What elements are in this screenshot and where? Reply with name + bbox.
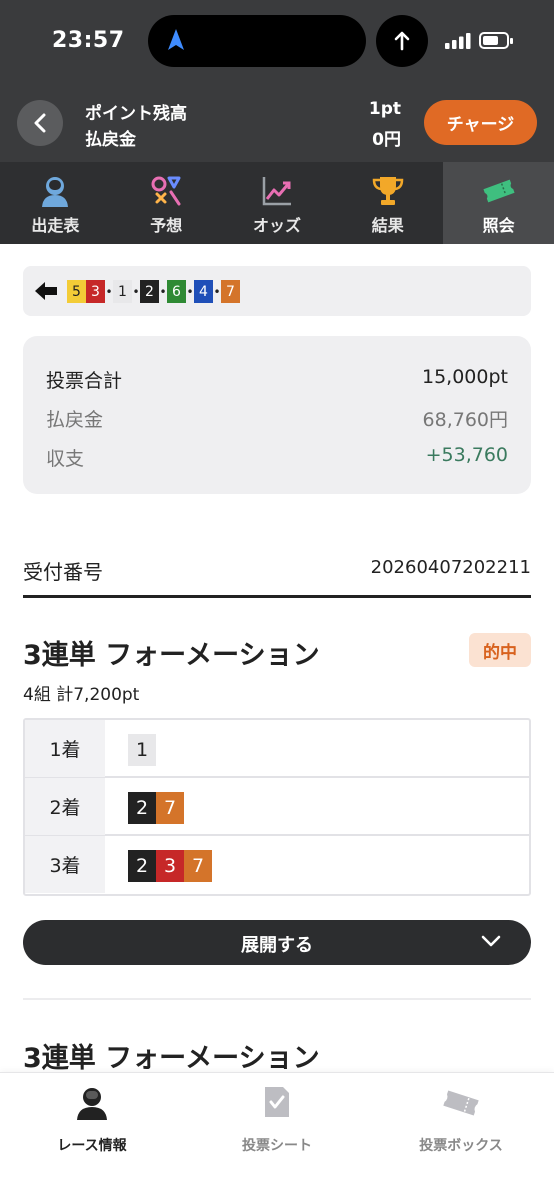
race-result-order: 5 3 • 1 • 2 • 6 • 4 • 7 bbox=[23, 266, 531, 316]
separator-dot: • bbox=[105, 284, 113, 299]
formation-table: 1着 1 2着 27 3着 237 bbox=[23, 718, 531, 896]
app-header: 23:57 ポイント残高 払戻金 1pt 0円 チャージ bbox=[0, 0, 554, 162]
balance-label: 収支 bbox=[46, 448, 85, 470]
separator-dot: • bbox=[213, 284, 221, 299]
bet-combination-summary: 4組 計7,200pt bbox=[23, 685, 140, 705]
arrow-left-icon bbox=[35, 282, 57, 300]
boat-number-badge: 5 bbox=[67, 280, 86, 303]
tab-label: 結果 bbox=[371, 216, 404, 235]
payout-value: 0円 bbox=[372, 130, 401, 150]
odds-chart-icon bbox=[262, 177, 291, 206]
battery-icon bbox=[479, 32, 513, 49]
upload-indicator bbox=[376, 15, 428, 67]
nav-label: 投票ボックス bbox=[419, 1138, 503, 1154]
vote-box-icon bbox=[443, 1090, 479, 1116]
boat-number-badge: 1 bbox=[128, 734, 156, 766]
ticket-icon bbox=[483, 179, 515, 203]
prediction-icon bbox=[151, 176, 181, 206]
nav-vote-sheet[interactable]: 投票シート bbox=[185, 1083, 369, 1154]
total-bet-value: 15,000pt bbox=[422, 366, 508, 388]
expand-label: 展開する bbox=[241, 935, 313, 956]
dynamic-island bbox=[148, 15, 366, 67]
divider bbox=[23, 595, 531, 598]
summary-payout-value: 68,760円 bbox=[422, 409, 508, 431]
section-divider bbox=[23, 998, 531, 1000]
position-label: 3着 bbox=[25, 836, 105, 893]
result-boat-numbers: 5 3 • 1 • 2 • 6 • 4 • 7 bbox=[67, 280, 240, 303]
charge-button[interactable]: チャージ bbox=[424, 100, 537, 145]
boat-number-badge: 4 bbox=[194, 280, 213, 303]
formation-row-third: 3着 237 bbox=[25, 836, 529, 894]
separator-dot: • bbox=[186, 284, 194, 299]
trophy-icon bbox=[372, 177, 404, 205]
racer-info-icon bbox=[77, 1088, 107, 1120]
race-tabs: 出走表 予想 オッズ 結果 照会 bbox=[0, 162, 554, 244]
back-button[interactable] bbox=[17, 100, 63, 146]
receipt-number-label: 受付番号 bbox=[23, 560, 103, 584]
hit-badge: 的中 bbox=[469, 633, 531, 667]
vote-sheet-icon bbox=[265, 1087, 289, 1117]
formation-row-first: 1着 1 bbox=[25, 720, 529, 778]
boat-list: 237 bbox=[128, 850, 212, 882]
tab-label: 予想 bbox=[150, 216, 183, 235]
boat-list: 27 bbox=[128, 792, 184, 824]
position-label: 2着 bbox=[25, 778, 105, 835]
total-bet-label: 投票合計 bbox=[46, 370, 123, 392]
formation-row-second: 2着 27 bbox=[25, 778, 529, 836]
tab-label: オッズ bbox=[252, 216, 301, 235]
signal-icon bbox=[445, 33, 471, 49]
tab-results[interactable]: 結果 bbox=[332, 162, 443, 244]
bottom-navigation: レース情報 投票シート 投票ボックス bbox=[0, 1072, 554, 1200]
payout-label: 払戻金 bbox=[85, 130, 136, 150]
tab-prediction[interactable]: 予想 bbox=[111, 162, 222, 244]
expand-button[interactable]: 展開する bbox=[23, 920, 531, 965]
balance-value: +53,760 bbox=[425, 444, 508, 466]
up-arrow-icon bbox=[394, 31, 410, 51]
nav-vote-box[interactable]: 投票ボックス bbox=[369, 1083, 553, 1154]
tab-label: 出走表 bbox=[31, 216, 80, 235]
chevron-down-icon bbox=[481, 935, 501, 947]
boat-number-badge: 3 bbox=[86, 280, 105, 303]
boat-number-badge: 2 bbox=[128, 792, 156, 824]
racer-icon bbox=[42, 177, 69, 207]
boat-number-badge: 1 bbox=[113, 280, 132, 303]
boat-number-badge: 2 bbox=[128, 850, 156, 882]
bet-type-title-2: 3連単 フォーメーション bbox=[23, 1043, 320, 1074]
tab-entry-list[interactable]: 出走表 bbox=[0, 162, 111, 244]
boat-number-badge: 7 bbox=[184, 850, 212, 882]
points-balance-value: 1pt bbox=[368, 99, 401, 119]
separator-dot: • bbox=[132, 284, 140, 299]
chevron-left-icon bbox=[34, 113, 46, 133]
boat-number-badge: 7 bbox=[221, 280, 240, 303]
boat-number-badge: 7 bbox=[156, 792, 184, 824]
boat-number-badge: 3 bbox=[156, 850, 184, 882]
nav-race-info[interactable]: レース情報 bbox=[0, 1083, 184, 1154]
boat-list: 1 bbox=[128, 734, 156, 766]
position-label: 1着 bbox=[25, 720, 105, 777]
bet-type-title: 3連単 フォーメーション bbox=[23, 640, 320, 671]
receipt-number-value: 20260407202211 bbox=[370, 557, 531, 578]
status-time: 23:57 bbox=[52, 28, 125, 53]
summary-payout-label: 払戻金 bbox=[46, 409, 104, 431]
nav-label: レース情報 bbox=[57, 1138, 127, 1154]
navigation-arrow-icon bbox=[168, 29, 184, 50]
tab-label: 照会 bbox=[482, 216, 515, 235]
tab-odds[interactable]: オッズ bbox=[222, 162, 333, 244]
separator-dot: • bbox=[159, 284, 167, 299]
boat-number-badge: 2 bbox=[140, 280, 159, 303]
tab-inquiry[interactable]: 照会 bbox=[443, 162, 554, 244]
nav-label: 投票シート bbox=[242, 1138, 312, 1154]
summary-card: 投票合計 15,000pt 払戻金 68,760円 収支 +53,760 bbox=[23, 336, 531, 494]
points-balance-label: ポイント残高 bbox=[85, 104, 187, 124]
boat-number-badge: 6 bbox=[167, 280, 186, 303]
